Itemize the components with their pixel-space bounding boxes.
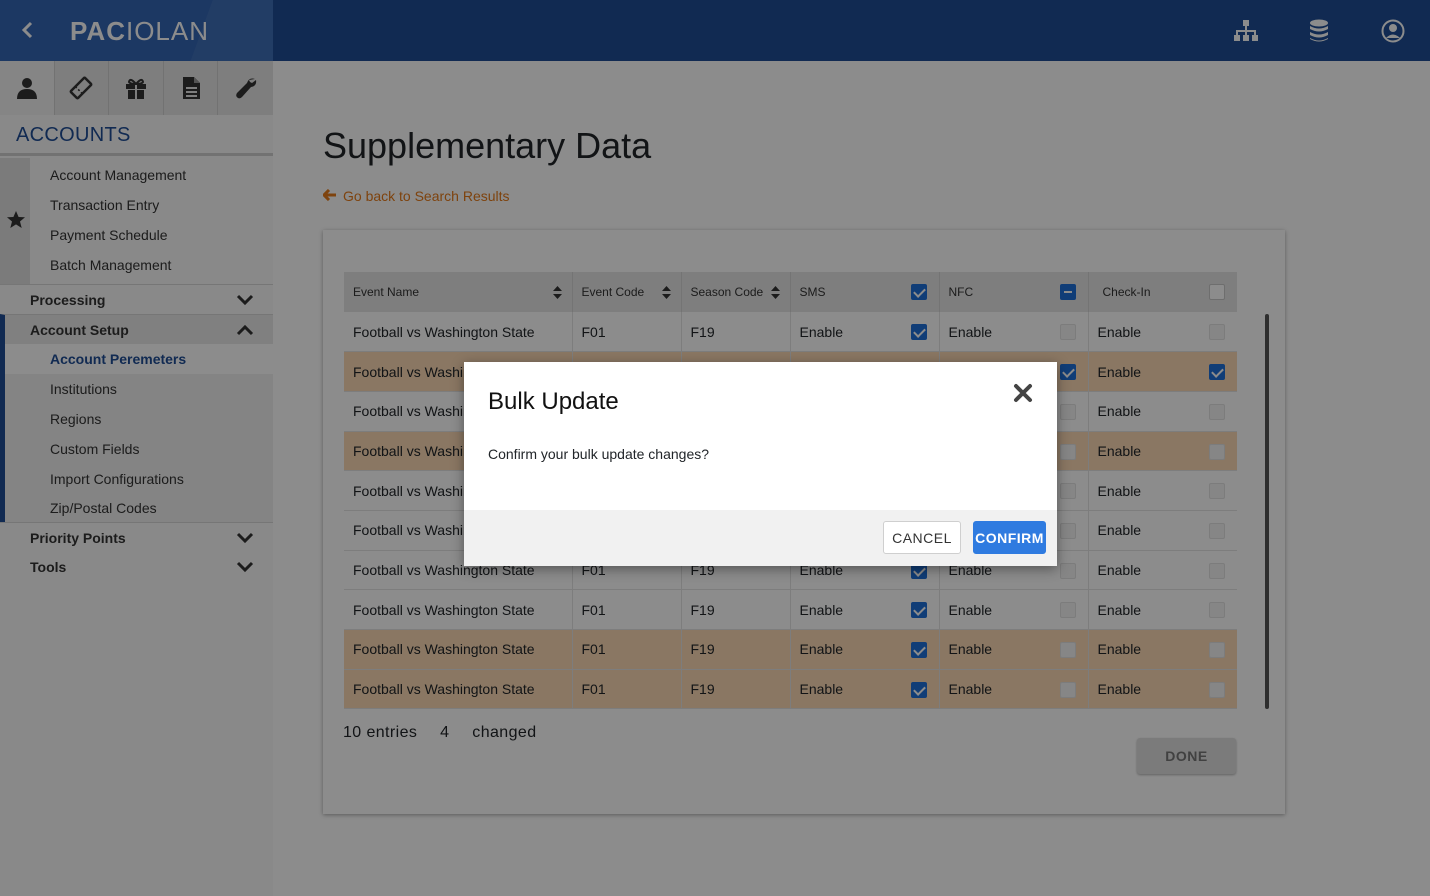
- cancel-button[interactable]: CANCEL: [883, 521, 961, 554]
- confirm-button[interactable]: CONFIRM: [973, 521, 1046, 554]
- modal-title: Bulk Update: [488, 388, 619, 415]
- bulk-update-modal: Bulk Update Confirm your bulk update cha…: [464, 362, 1057, 566]
- modal-message: Confirm your bulk update changes?: [488, 446, 710, 462]
- close-icon[interactable]: [1012, 382, 1034, 404]
- modal-footer: CANCEL CONFIRM: [464, 510, 1057, 566]
